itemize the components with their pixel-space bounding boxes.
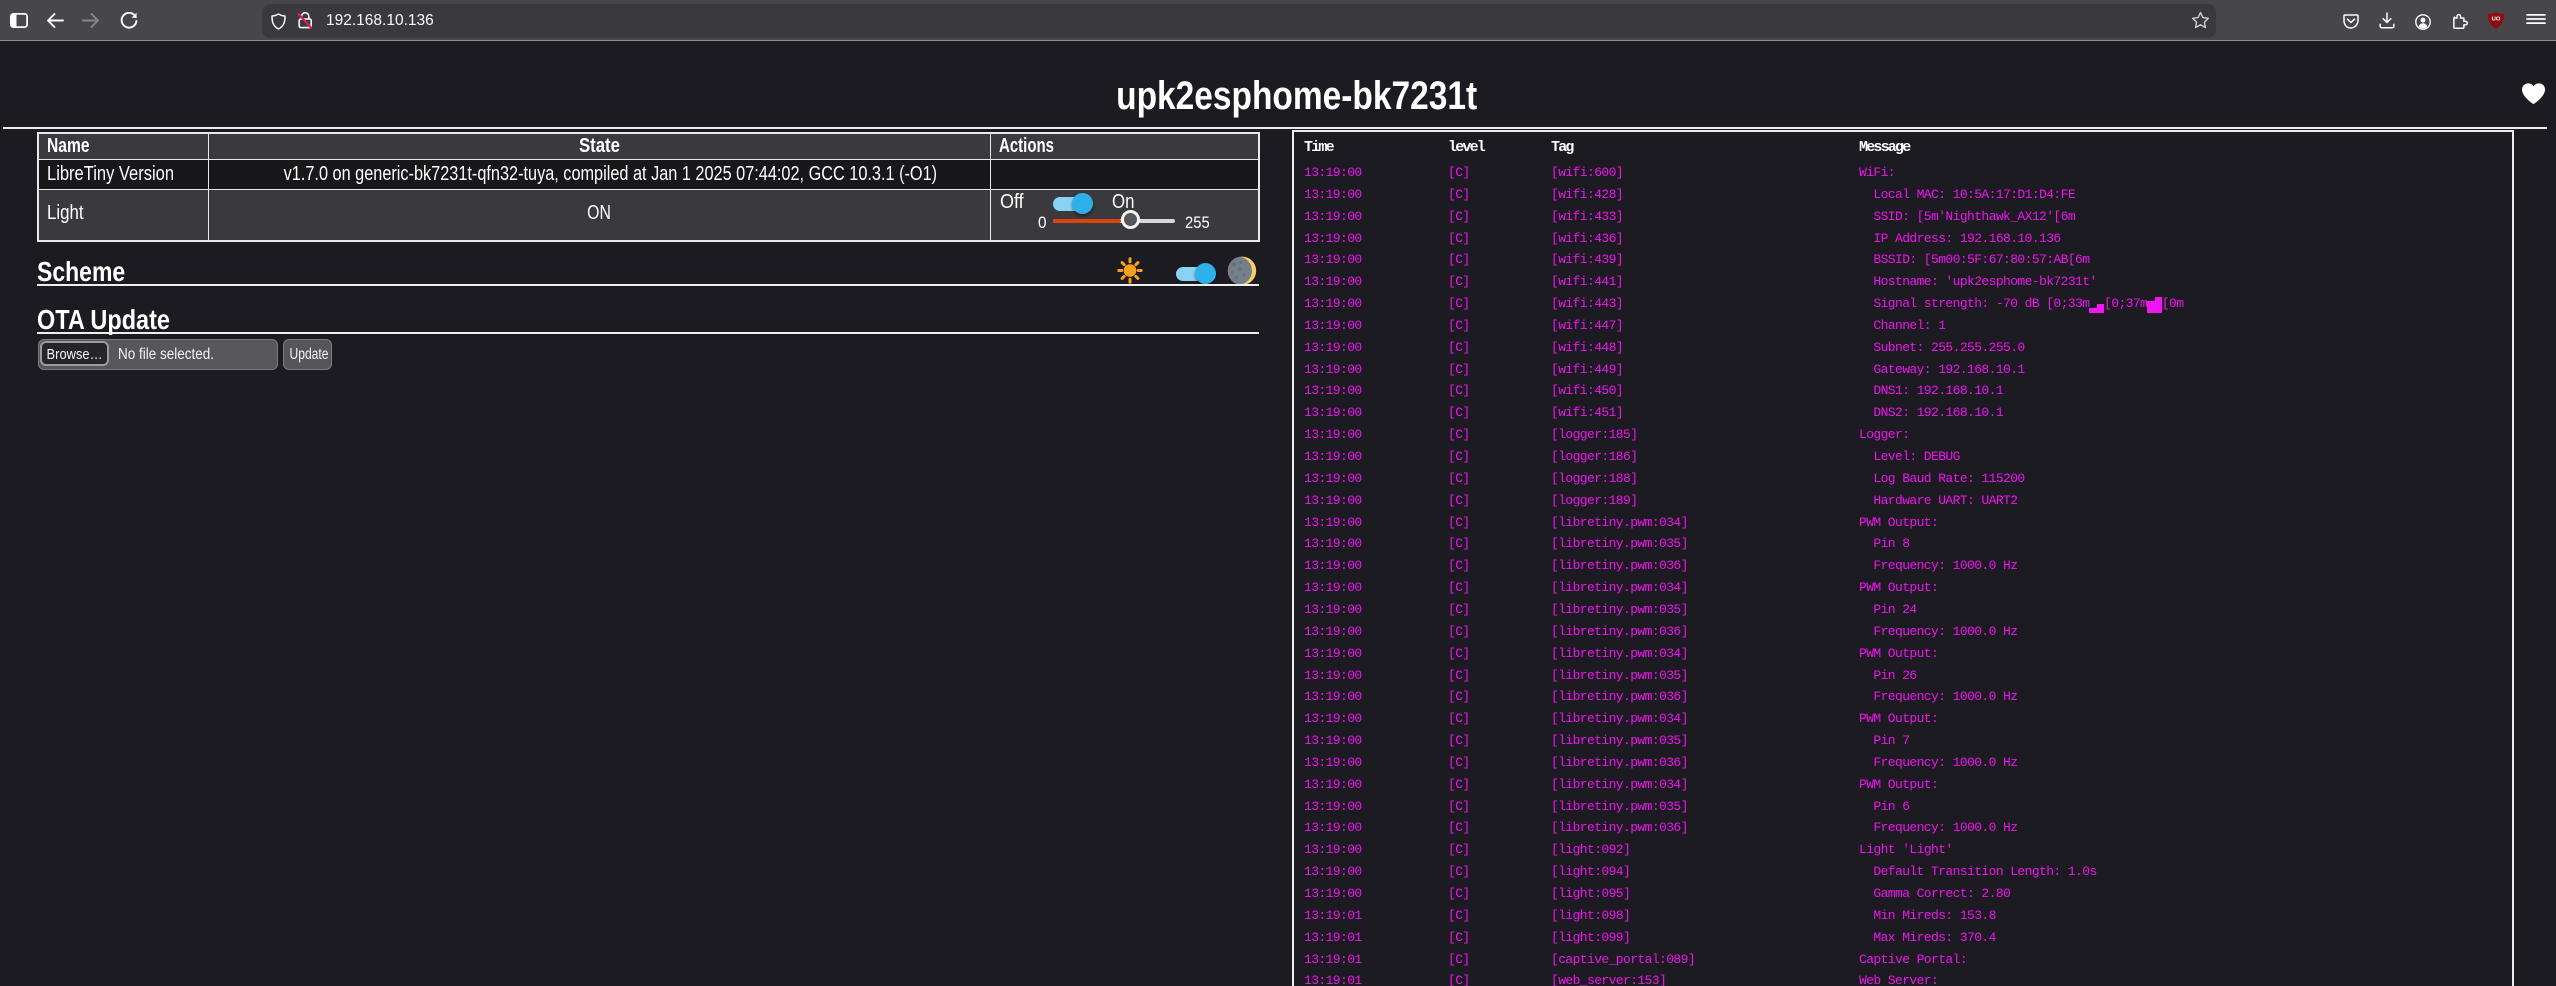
svg-text:UO: UO xyxy=(2492,16,2501,22)
